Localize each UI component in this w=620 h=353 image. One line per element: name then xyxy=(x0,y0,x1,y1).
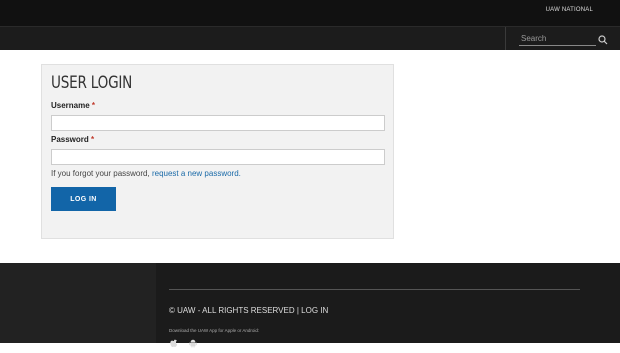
forgot-password-text: If you forgot your password, request a n… xyxy=(51,169,241,178)
required-mark: * xyxy=(91,135,95,144)
username-field[interactable] xyxy=(51,115,385,131)
apple-icon xyxy=(170,339,178,347)
copyright-text: © UAW - ALL RIGHTS RESERVED xyxy=(169,306,295,315)
forgot-text: If you forgot your password, xyxy=(51,169,150,178)
password-field[interactable] xyxy=(51,149,385,165)
footer-side-block xyxy=(0,263,156,343)
login-button[interactable]: LOG IN xyxy=(51,187,116,211)
footer-divider xyxy=(169,289,580,290)
apple-app-link[interactable] xyxy=(169,335,179,353)
footer-separator: | xyxy=(296,306,299,315)
footer-copyright: © UAW - ALL RIGHTS RESERVED | LOG IN xyxy=(169,306,328,315)
nav-divider xyxy=(505,27,506,50)
username-label-text: Username xyxy=(51,101,90,110)
search-button[interactable] xyxy=(597,33,609,45)
android-app-link[interactable] xyxy=(188,335,198,353)
search-input[interactable] xyxy=(519,33,596,46)
password-label-text: Password xyxy=(51,135,89,144)
footer-login-link[interactable]: LOG IN xyxy=(301,306,328,315)
app-links xyxy=(169,335,203,353)
required-mark: * xyxy=(91,101,96,110)
footer: © UAW - ALL RIGHTS RESERVED | LOG IN Dow… xyxy=(0,263,620,348)
search-icon xyxy=(598,35,608,45)
top-bar: UAW NATIONAL xyxy=(0,0,620,27)
page-title: USER LOGIN xyxy=(51,73,133,93)
request-new-password-link[interactable]: request a new password. xyxy=(152,169,241,178)
username-label: Username * xyxy=(51,101,95,110)
login-panel: USER LOGIN Username * Password * If you … xyxy=(41,64,394,239)
android-icon xyxy=(189,339,198,348)
uaw-national-link[interactable]: UAW NATIONAL xyxy=(546,7,593,13)
password-label: Password * xyxy=(51,135,94,144)
app-download-text: Download the UAW App for Apple or Androi… xyxy=(169,328,260,333)
